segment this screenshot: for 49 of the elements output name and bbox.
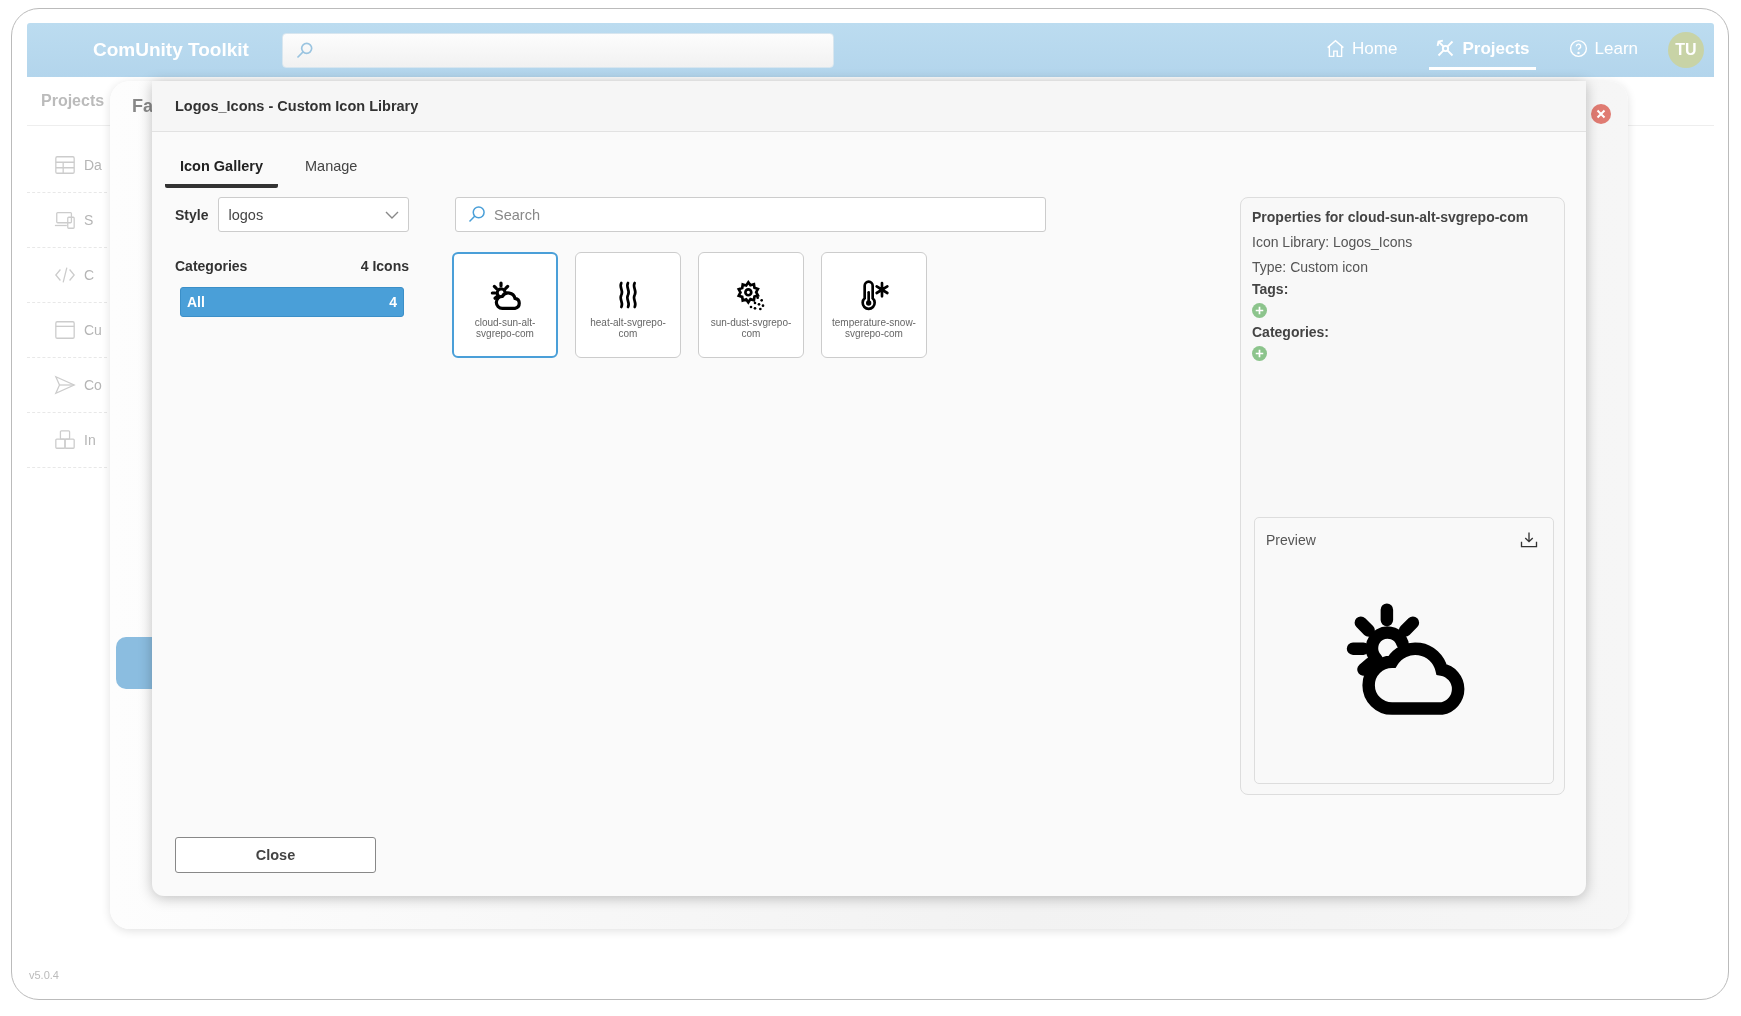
sun-dust-icon xyxy=(735,279,767,311)
search-field[interactable]: Search xyxy=(455,197,1046,232)
add-icon[interactable] xyxy=(1252,303,1267,318)
icon-count: 4 Icons xyxy=(360,258,409,274)
section-title: Categories xyxy=(175,258,248,274)
breadcrumb: Projects xyxy=(41,92,105,110)
sidebar-item[interactable]: Cu xyxy=(27,303,107,358)
cloud-sun-icon xyxy=(489,279,521,311)
preview-label: Preview xyxy=(1266,532,1316,548)
category-item[interactable]: All 4 xyxy=(180,287,404,317)
send-icon xyxy=(54,374,76,396)
tab[interactable]: Icon Gallery xyxy=(165,154,278,188)
sidebar-item[interactable]: S xyxy=(27,193,107,248)
close-icon[interactable] xyxy=(1590,103,1612,125)
dialog-title: Logos_Icons - Custom Icon Library xyxy=(175,98,419,114)
sidebar-item[interactable]: C xyxy=(27,248,107,303)
window-icon xyxy=(54,319,76,341)
icon-tile[interactable]: cloud-sun-alt-svgrepo-com xyxy=(452,252,558,358)
search-icon xyxy=(467,204,487,224)
app-title: ComUnity Toolkit xyxy=(93,39,250,61)
help-icon xyxy=(1567,38,1589,59)
boxes-icon xyxy=(54,429,76,451)
nav-link[interactable]: Projects xyxy=(1429,30,1536,70)
field-label: Style xyxy=(175,206,209,223)
icon-tile[interactable]: heat-alt-svgrepo-com xyxy=(575,252,681,358)
sidebar-item[interactable]: Co xyxy=(27,358,107,413)
nav-link[interactable]: Home xyxy=(1319,30,1404,70)
dialog-title: Fa xyxy=(132,96,153,117)
property-label: Tags: xyxy=(1252,281,1290,297)
nav-link[interactable]: Learn xyxy=(1561,30,1644,70)
tab[interactable]: Manage xyxy=(290,154,373,188)
thermometer-snowflake-icon xyxy=(858,279,890,311)
download-icon[interactable] xyxy=(1519,530,1539,550)
style-dropdown[interactable]: logos xyxy=(218,197,409,232)
property-text: Type: Custom icon xyxy=(1252,259,1369,275)
property-label: Categories: xyxy=(1252,324,1331,340)
user-avatar[interactable]: TU xyxy=(1668,32,1704,68)
icon-tile[interactable]: temperature-snow-svgrepo-com xyxy=(821,252,927,358)
version-label: v5.0.4 xyxy=(29,969,59,981)
sidebar-item[interactable]: Da xyxy=(27,138,107,193)
property-text: Icon Library: Logos_Icons xyxy=(1252,234,1414,250)
table-icon xyxy=(54,154,76,176)
icon-tile[interactable]: sun-dust-svgrepo-com xyxy=(698,252,804,358)
panel-title: Properties for cloud-sun-alt-svgrepo-com xyxy=(1252,209,1530,225)
search-icon xyxy=(295,40,315,60)
add-icon[interactable] xyxy=(1252,346,1267,361)
sidebar-item[interactable]: In xyxy=(27,413,107,468)
devices-icon xyxy=(54,209,76,231)
close-button[interactable]: Close xyxy=(175,837,376,873)
